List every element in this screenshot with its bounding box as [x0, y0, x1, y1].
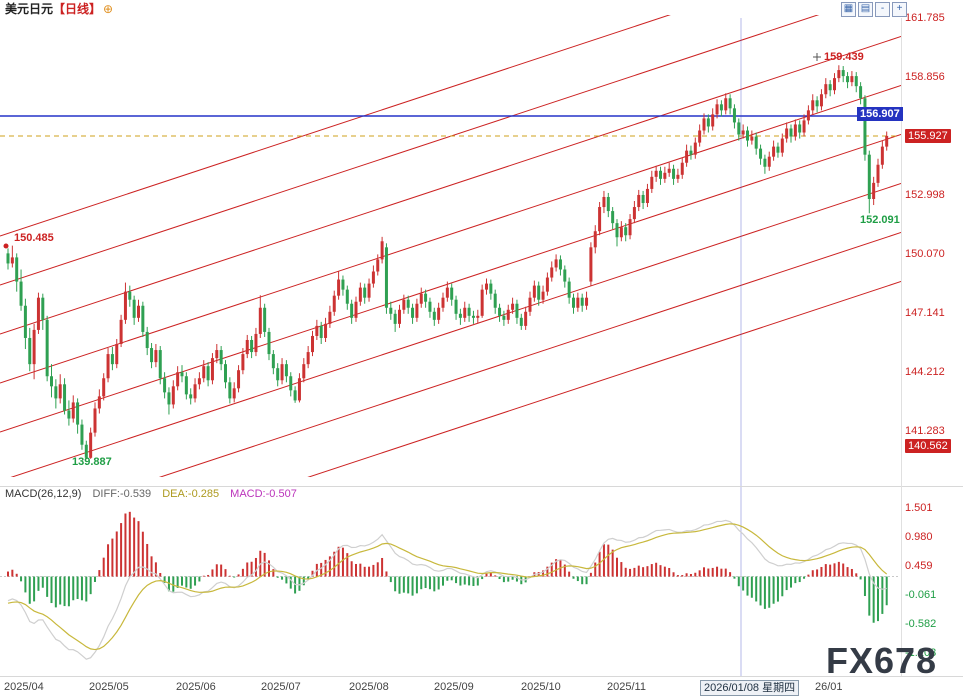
zoom-out-icon[interactable]: - — [875, 2, 890, 17]
grid-icon[interactable]: ▦ — [841, 2, 856, 17]
chart-header: 美元日元【日线】⊕ — [5, 2, 113, 16]
zoom-in-icon[interactable]: + — [892, 2, 907, 17]
macd-header: MACD(26,12,9) DIFF:-0.539 DEA:-0.285 MAC… — [5, 488, 297, 500]
macd-bar-value: MACD:-0.507 — [230, 488, 297, 500]
toolbar: ▦ ▤ - + — [841, 2, 907, 17]
symbol-title: 美元日元 — [5, 2, 53, 16]
macd-diff-value: DIFF:-0.539 — [92, 488, 151, 500]
indicator-panel-icon[interactable]: ▤ — [858, 2, 873, 17]
brand-watermark: FX678 — [826, 640, 937, 682]
chart-canvas[interactable] — [0, 0, 963, 696]
period-label: 【日线】 — [53, 2, 101, 16]
add-indicator-icon[interactable]: ⊕ — [103, 2, 113, 16]
chart-window: 美元日元【日线】⊕ ▦ ▤ - + MACD(26,12,9) DIFF:-0.… — [0, 0, 963, 696]
macd-title[interactable]: MACD(26,12,9) — [5, 488, 81, 500]
macd-dea-value: DEA:-0.285 — [162, 488, 219, 500]
